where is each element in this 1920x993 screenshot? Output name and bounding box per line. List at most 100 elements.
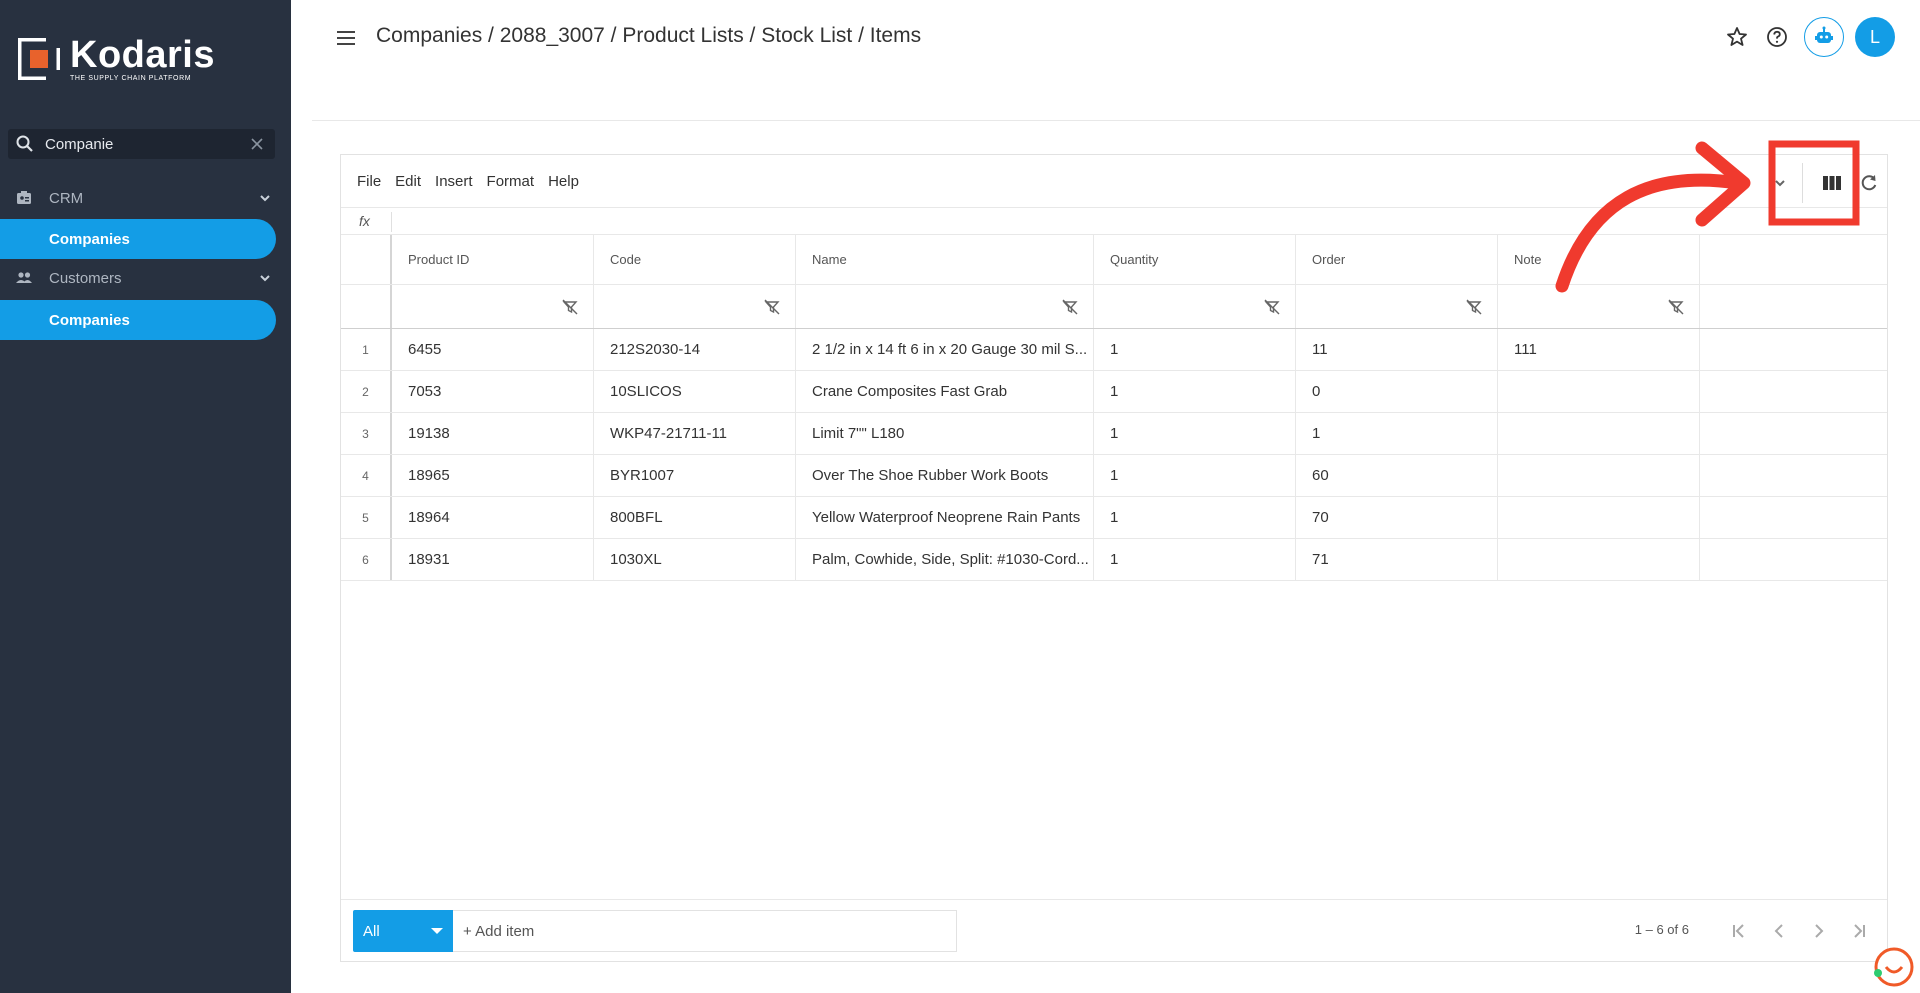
cell-quantity[interactable]: 1: [1094, 371, 1296, 412]
cell-order[interactable]: 71: [1296, 539, 1498, 580]
cell-name[interactable]: 2 1/2 in x 14 ft 6 in x 20 Gauge 30 mil …: [796, 329, 1094, 370]
filter-cell-code[interactable]: [594, 285, 796, 328]
column-header-name[interactable]: Name: [796, 235, 1094, 284]
menu-edit[interactable]: Edit: [395, 173, 421, 190]
row-number[interactable]: 6: [341, 539, 392, 580]
cell-order[interactable]: 1: [1296, 413, 1498, 454]
columns-button[interactable]: [1817, 168, 1847, 198]
view-columns-icon: [1823, 176, 1841, 190]
menu-insert[interactable]: Insert: [435, 173, 473, 190]
sidebar-group-crm[interactable]: CRM: [0, 180, 291, 216]
cell-name[interactable]: Limit 7"" L180: [796, 413, 1094, 454]
cell-code[interactable]: 212S2030-14: [594, 329, 796, 370]
chevron-right-icon: [1815, 924, 1824, 938]
sidebar-item-companies[interactable]: Companies: [0, 300, 276, 340]
cell-product-id[interactable]: 18931: [392, 539, 594, 580]
cell-quantity[interactable]: 1: [1094, 329, 1296, 370]
row-number[interactable]: 5: [341, 497, 392, 538]
cell-order[interactable]: 11: [1296, 329, 1498, 370]
next-page-button[interactable]: [1807, 919, 1831, 943]
column-header-code[interactable]: Code: [594, 235, 796, 284]
column-header-note[interactable]: Note: [1498, 235, 1700, 284]
cell-note[interactable]: [1498, 413, 1700, 454]
cell-code[interactable]: WKP47-21711-11: [594, 413, 796, 454]
cell-quantity[interactable]: 1: [1094, 413, 1296, 454]
cell-order[interactable]: 70: [1296, 497, 1498, 538]
filter-select[interactable]: All: [353, 910, 453, 952]
filter-cell-quantity[interactable]: [1094, 285, 1296, 328]
cell-note[interactable]: [1498, 497, 1700, 538]
favorite-button[interactable]: [1722, 22, 1752, 52]
filter-off-icon[interactable]: [763, 298, 781, 316]
help-button[interactable]: [1762, 22, 1792, 52]
filter-off-icon[interactable]: [1465, 298, 1483, 316]
menu-format[interactable]: Format: [487, 173, 535, 190]
filter-off-icon[interactable]: [561, 298, 579, 316]
logo[interactable]: Kodaris THE SUPPLY CHAIN PLATFORM: [18, 36, 215, 82]
sidebar-search-input[interactable]: Companie: [45, 136, 247, 153]
cell-order[interactable]: 60: [1296, 455, 1498, 496]
filter-cell-note[interactable]: [1498, 285, 1700, 328]
menu-icon[interactable]: [334, 26, 358, 50]
filter-off-icon[interactable]: [1263, 298, 1281, 316]
row-number-header[interactable]: [341, 235, 392, 284]
clear-search-icon[interactable]: [247, 134, 267, 154]
sidebar-group-customers[interactable]: Customers: [0, 260, 291, 296]
cell-name[interactable]: Over The Shoe Rubber Work Boots: [796, 455, 1094, 496]
cell-product-id[interactable]: 7053: [392, 371, 594, 412]
cell-code[interactable]: BYR1007: [594, 455, 796, 496]
chat-widget-icon[interactable]: [1872, 945, 1914, 987]
formula-bar: fx: [341, 207, 1887, 235]
table-row[interactable]: 2 7053 10SLICOS Crane Composites Fast Gr…: [341, 371, 1887, 413]
filter-cell-product-id[interactable]: [392, 285, 594, 328]
last-page-button[interactable]: [1847, 919, 1871, 943]
table-row[interactable]: 6 18931 1030XL Palm, Cowhide, Side, Spli…: [341, 539, 1887, 581]
menu-file[interactable]: File: [357, 173, 381, 190]
row-number[interactable]: 2: [341, 371, 392, 412]
previous-page-button[interactable]: [1767, 919, 1791, 943]
cell-quantity[interactable]: 1: [1094, 455, 1296, 496]
sidebar-item-companies[interactable]: Companies: [0, 219, 276, 259]
table-row[interactable]: 1 6455 212S2030-14 2 1/2 in x 14 ft 6 in…: [341, 329, 1887, 371]
row-number[interactable]: 3: [341, 413, 392, 454]
refresh-button[interactable]: [1857, 171, 1881, 195]
cell-note[interactable]: [1498, 539, 1700, 580]
assistant-button[interactable]: [1804, 17, 1844, 57]
cell-quantity[interactable]: 1: [1094, 497, 1296, 538]
cell-code[interactable]: 1030XL: [594, 539, 796, 580]
column-header-quantity[interactable]: Quantity: [1094, 235, 1296, 284]
cell-product-id[interactable]: 6455: [392, 329, 594, 370]
cell-name[interactable]: Palm, Cowhide, Side, Split: #1030-Cord..…: [796, 539, 1094, 580]
filter-cell-name[interactable]: [796, 285, 1094, 328]
table-row[interactable]: 5 18964 800BFL Yellow Waterproof Neopren…: [341, 497, 1887, 539]
breadcrumb[interactable]: Companies / 2088_3007 / Product Lists / …: [376, 24, 921, 48]
filter-off-icon[interactable]: [1061, 298, 1079, 316]
filter-cell-order[interactable]: [1296, 285, 1498, 328]
chevron-down-icon: [1775, 180, 1785, 187]
cell-quantity[interactable]: 1: [1094, 539, 1296, 580]
table-row[interactable]: 4 18965 BYR1007 Over The Shoe Rubber Wor…: [341, 455, 1887, 497]
cell-name[interactable]: Crane Composites Fast Grab: [796, 371, 1094, 412]
view-dropdown[interactable]: [1732, 173, 1792, 193]
column-header-product-id[interactable]: Product ID: [392, 235, 594, 284]
sidebar-search[interactable]: Companie: [8, 129, 275, 159]
cell-name[interactable]: Yellow Waterproof Neoprene Rain Pants: [796, 497, 1094, 538]
cell-order[interactable]: 0: [1296, 371, 1498, 412]
avatar[interactable]: L: [1855, 17, 1895, 57]
row-number[interactable]: 1: [341, 329, 392, 370]
table-row[interactable]: 3 19138 WKP47-21711-11 Limit 7"" L180 1 …: [341, 413, 1887, 455]
cell-product-id[interactable]: 18964: [392, 497, 594, 538]
cell-code[interactable]: 10SLICOS: [594, 371, 796, 412]
filter-off-icon[interactable]: [1667, 298, 1685, 316]
cell-note[interactable]: [1498, 371, 1700, 412]
column-header-order[interactable]: Order: [1296, 235, 1498, 284]
menu-help[interactable]: Help: [548, 173, 579, 190]
cell-code[interactable]: 800BFL: [594, 497, 796, 538]
cell-note[interactable]: 111: [1498, 329, 1700, 370]
cell-product-id[interactable]: 18965: [392, 455, 594, 496]
row-number[interactable]: 4: [341, 455, 392, 496]
first-page-button[interactable]: [1727, 919, 1751, 943]
add-item-input[interactable]: + Add item: [453, 910, 957, 952]
cell-product-id[interactable]: 19138: [392, 413, 594, 454]
cell-note[interactable]: [1498, 455, 1700, 496]
